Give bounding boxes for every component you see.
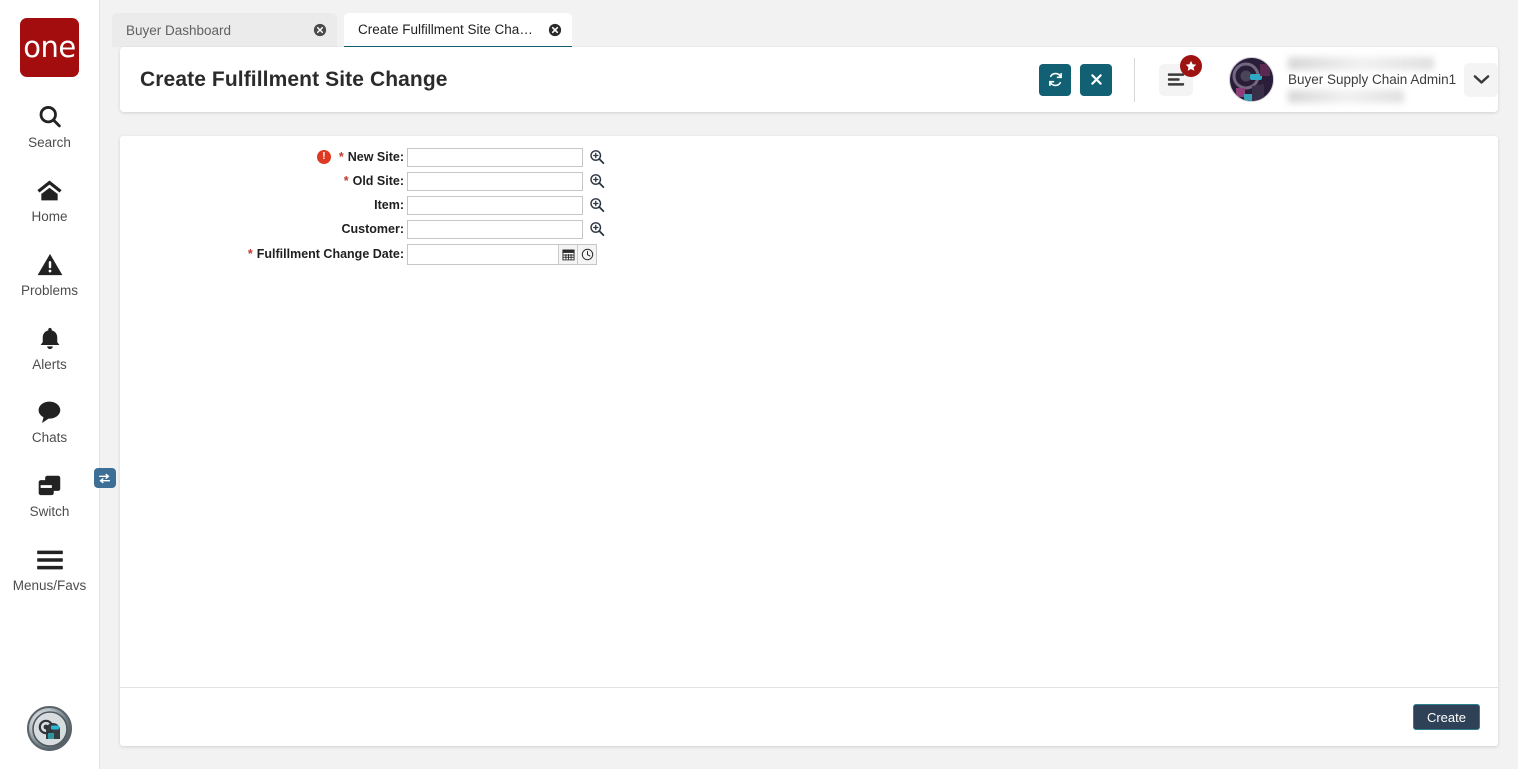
sidebar-item-label: Search (28, 135, 71, 150)
home-icon (35, 175, 64, 207)
label-text: Fulfillment Change Date: (256, 247, 404, 261)
sidebar-item-label: Chats (31, 430, 68, 446)
clock-icon[interactable] (577, 244, 596, 264)
content-panel: ! * New Site: * Old Site: Item: Customer… (120, 136, 1498, 746)
sidebar-item-menus-favs[interactable]: Menus/Favs (0, 544, 100, 594)
search-icon (36, 101, 64, 133)
ai-assistant-avatar-icon[interactable] (27, 706, 72, 751)
field-label-item: Item: (120, 198, 407, 212)
exchange-arrows-icon[interactable] (93, 468, 116, 489)
sidebar-item-label: Problems (20, 282, 79, 298)
sidebar-item-label: Alerts (32, 356, 67, 372)
tab-create-fulfillment-site-change[interactable]: Create Fulfillment Site Change (344, 13, 572, 49)
header-divider (1134, 57, 1135, 102)
bell-icon (37, 323, 63, 355)
sidebar-item-switch[interactable]: Switch (0, 468, 116, 520)
field-label-customer: Customer: (120, 222, 407, 236)
tab-strip: Buyer Dashboard Create Fulfillment Site … (101, 0, 1518, 49)
form-row-old-site: * Old Site: (120, 169, 1498, 193)
redacted-user-name (1288, 56, 1434, 70)
fulfillment-change-date-group (407, 243, 597, 265)
switch-windows-icon (36, 468, 116, 502)
create-button[interactable]: Create (1412, 704, 1480, 730)
field-label-fulfillment-change-date: * Fulfillment Change Date: (120, 247, 407, 261)
menus-favorites-button[interactable] (1159, 54, 1202, 96)
old-site-input[interactable] (407, 171, 583, 191)
form-row-new-site: ! * New Site: (120, 145, 1498, 169)
left-sidebar: one Search Home Problems Alerts Chats Sw… (0, 0, 116, 769)
user-name-area: Buyer Supply Chain Admin1 (1288, 56, 1456, 104)
brand-logo-text: one (23, 30, 76, 64)
label-text: Customer: (341, 222, 404, 236)
sidebar-item-label: Switch (29, 504, 70, 520)
chevron-down-icon[interactable] (1464, 62, 1498, 97)
sidebar-item-problems[interactable]: Problems (0, 249, 100, 299)
redacted-user-org (1288, 89, 1404, 103)
brand-logo[interactable]: one (20, 18, 79, 77)
item-input[interactable] (407, 195, 583, 215)
sidebar-item-label: Home (31, 208, 68, 224)
new-site-input[interactable] (407, 147, 583, 167)
field-label-new-site: ! * New Site: (120, 150, 407, 164)
close-button[interactable] (1080, 63, 1112, 96)
create-fulfillment-site-change-form: ! * New Site: * Old Site: Item: Customer… (120, 136, 1498, 267)
required-indicator: * (247, 247, 253, 261)
form-row-fulfillment-change-date: * Fulfillment Change Date: (120, 241, 1498, 267)
hamburger-icon (36, 544, 64, 576)
tab-label: Buyer Dashboard (126, 22, 232, 38)
tab-label: Create Fulfillment Site Change (358, 22, 539, 37)
header-actions: Buyer Supply Chain Admin1 (1030, 47, 1498, 112)
magnifier-plus-icon[interactable] (589, 149, 605, 165)
form-row-customer: Customer: (120, 217, 1498, 241)
form-row-item: Item: (120, 193, 1498, 217)
close-circle-icon[interactable] (547, 22, 562, 37)
sidebar-item-label: Menus/Favs (12, 578, 87, 594)
field-label-old-site: * Old Site: (120, 174, 407, 188)
sidebar-item-chats[interactable]: Chats (0, 396, 100, 446)
fulfillment-change-date-input[interactable] (408, 244, 558, 264)
magnifier-plus-icon[interactable] (589, 173, 605, 189)
required-indicator: * (338, 150, 344, 164)
customer-input[interactable] (407, 219, 583, 239)
star-icon (1180, 54, 1202, 77)
required-indicator: * (343, 174, 349, 188)
label-text: Item: (374, 198, 404, 212)
refresh-button[interactable] (1039, 63, 1071, 96)
tab-buyer-dashboard[interactable]: Buyer Dashboard (112, 13, 337, 47)
magnifier-plus-icon[interactable] (589, 221, 605, 237)
user-profile[interactable]: Buyer Supply Chain Admin1 (1229, 56, 1456, 104)
error-exclamation-icon: ! (316, 150, 331, 164)
calendar-icon[interactable] (558, 244, 577, 264)
warning-triangle-icon (36, 249, 64, 281)
label-text: New Site: (347, 150, 404, 164)
magnifier-plus-icon[interactable] (589, 197, 605, 213)
sidebar-item-alerts[interactable]: Alerts (0, 323, 100, 373)
sidebar-item-home[interactable]: Home (0, 175, 100, 225)
page-title: Create Fulfillment Site Change (140, 67, 448, 91)
user-role-label: Buyer Supply Chain Admin1 (1288, 72, 1457, 87)
sidebar-item-search[interactable]: Search (0, 101, 100, 151)
application-root: one Search Home Problems Alerts Chats Sw… (0, 0, 1518, 769)
label-text: Old Site: (352, 174, 404, 188)
avatar (1229, 57, 1274, 102)
chat-bubble-icon (36, 396, 64, 428)
footer-divider (120, 687, 1498, 688)
close-circle-icon[interactable] (312, 23, 327, 38)
page-header: Create Fulfillment Site Change Buyer Sup… (120, 47, 1498, 112)
